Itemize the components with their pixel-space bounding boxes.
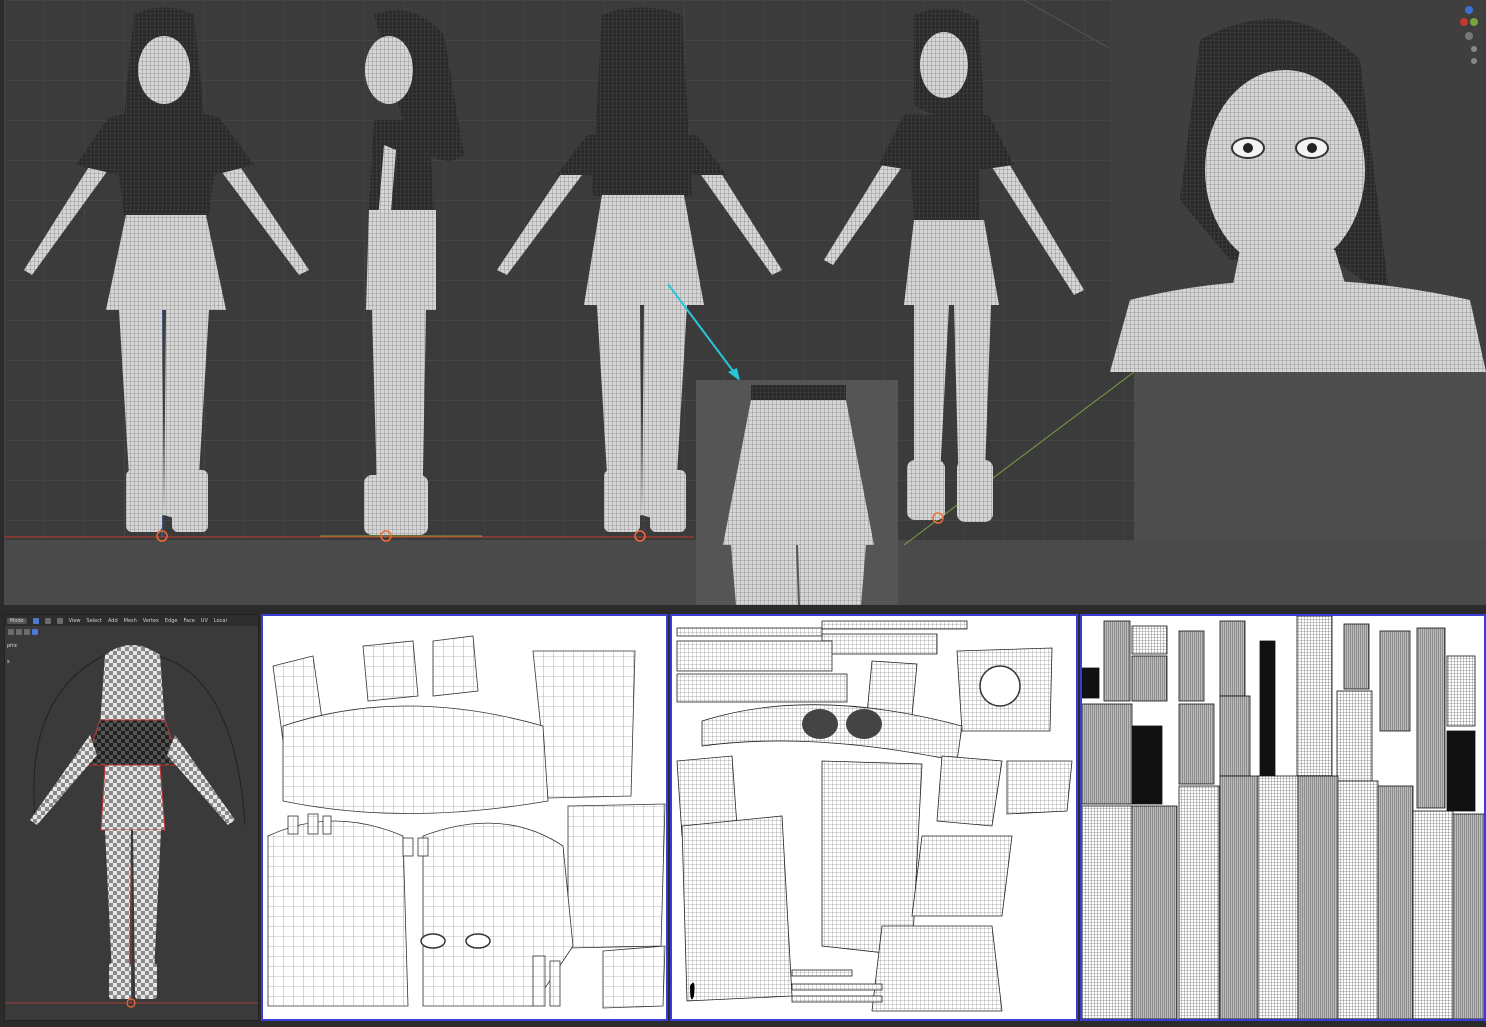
origin-marker-icon	[932, 512, 944, 524]
character-side-view[interactable]	[344, 5, 474, 540]
character-three-quarter-view[interactable]	[819, 5, 1089, 530]
uv-layout-clothing[interactable]	[670, 614, 1078, 1021]
uv-layout-body[interactable]	[261, 614, 668, 1021]
face-closeup-inset[interactable]	[1110, 0, 1486, 372]
viewport-gizmo-icon[interactable]	[1458, 4, 1480, 74]
character-front-view[interactable]	[14, 5, 314, 540]
callout-arrow-icon	[667, 283, 740, 381]
3d-viewport[interactable]	[4, 0, 1486, 605]
viewport-ground-right	[1134, 372, 1486, 542]
origin-marker-icon	[634, 530, 646, 542]
checker-character-model[interactable]	[5, 615, 258, 1020]
blender-uv-edit-viewport[interactable]: Mode View Select Add Mesh Vertex Edge Fa…	[4, 614, 259, 1021]
uv-layout-hair[interactable]	[1080, 614, 1486, 1021]
origin-marker-icon	[156, 530, 168, 542]
origin-marker-icon	[380, 530, 392, 542]
